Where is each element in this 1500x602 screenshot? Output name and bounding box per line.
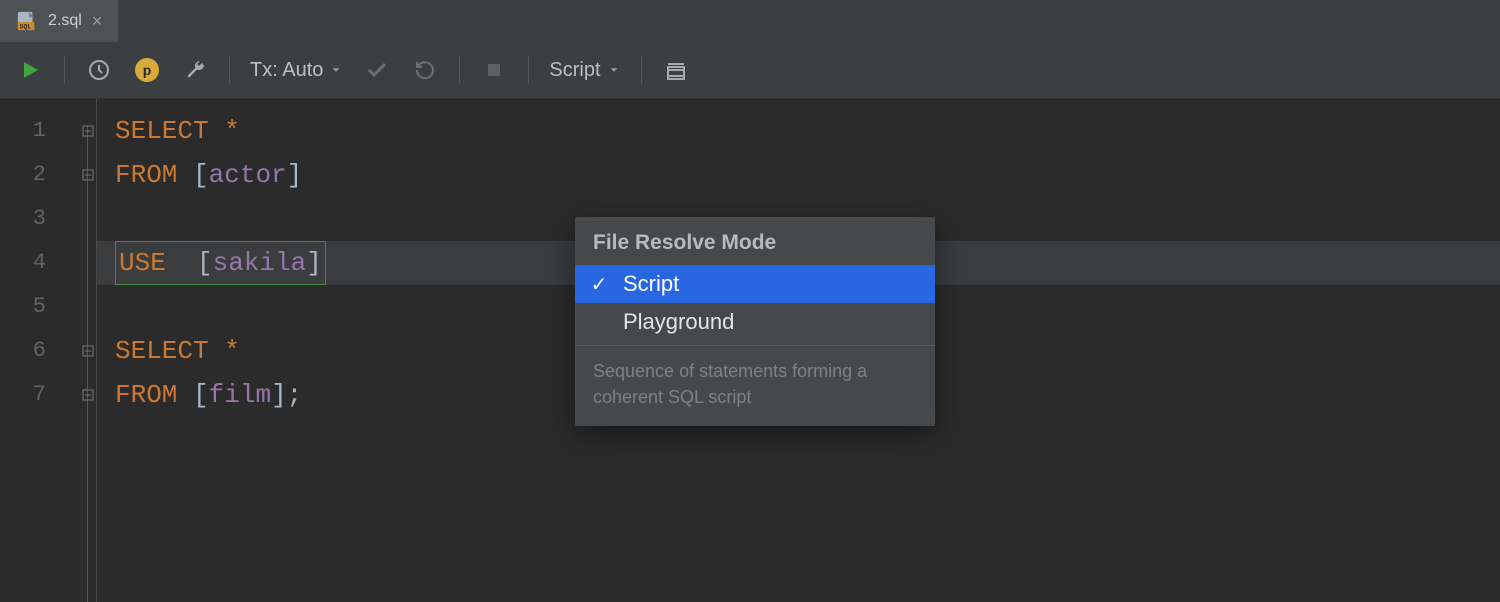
close-icon[interactable]: × <box>92 12 103 30</box>
data-grid-icon[interactable] <box>662 56 690 84</box>
line-number: 6 <box>0 329 96 373</box>
history-icon[interactable] <box>85 56 113 84</box>
editor-toolbar: p Tx: Auto Script <box>0 42 1500 99</box>
resolve-mode-label: Script <box>549 59 600 82</box>
file-tab-label: 2.sql <box>48 12 82 30</box>
file-tab[interactable]: SQL 2.sql × <box>0 0 119 42</box>
tx-mode-dropdown[interactable]: Tx: Auto <box>250 59 343 82</box>
resolve-mode-dropdown[interactable]: Script <box>549 59 620 82</box>
separator <box>229 56 230 84</box>
commit-icon[interactable] <box>363 56 391 84</box>
line-number: 3 <box>0 197 96 241</box>
line-number: 2 <box>0 153 96 197</box>
tab-bar: SQL 2.sql × <box>0 0 1500 42</box>
separator <box>641 56 642 84</box>
fold-marker-icon[interactable] <box>82 125 94 137</box>
run-button[interactable] <box>16 56 44 84</box>
line-number: 4 <box>0 241 96 285</box>
tx-mode-label: Tx: Auto <box>250 59 323 82</box>
wrench-icon[interactable] <box>181 56 209 84</box>
sql-file-icon: SQL <box>16 10 38 32</box>
check-icon: ✓ <box>589 272 609 297</box>
code-line: FROM [actor] <box>97 153 1500 197</box>
stop-icon[interactable] <box>480 56 508 84</box>
popup-item-label: Script <box>623 271 679 297</box>
popup-item-script[interactable]: ✓ Script <box>575 265 935 303</box>
popup-item-label: Playground <box>623 309 734 335</box>
compare-icon[interactable]: p <box>133 56 161 84</box>
fold-marker-icon[interactable] <box>82 345 94 357</box>
popup-item-playground[interactable]: Playground <box>575 303 935 341</box>
popup-description: Sequence of statements forming a coheren… <box>575 345 935 426</box>
editor-area: 1 2 3 4 5 6 7 SELECT * FROM [actor] USE … <box>0 99 1500 602</box>
separator <box>64 56 65 84</box>
chevron-down-icon <box>607 63 621 77</box>
code-line: SELECT * <box>97 109 1500 153</box>
fold-marker-icon[interactable] <box>82 389 94 401</box>
separator <box>459 56 460 84</box>
rollback-icon[interactable] <box>411 56 439 84</box>
separator <box>528 56 529 84</box>
chevron-down-icon <box>329 63 343 77</box>
line-number: 1 <box>0 109 96 153</box>
popup-title: File Resolve Mode <box>575 217 935 265</box>
svg-text:SQL: SQL <box>20 23 32 30</box>
line-number: 7 <box>0 373 96 417</box>
fold-marker-icon[interactable] <box>82 169 94 181</box>
resolve-mode-popup: File Resolve Mode ✓ Script Playground Se… <box>575 217 935 426</box>
gutter: 1 2 3 4 5 6 7 <box>0 99 97 602</box>
line-number: 5 <box>0 285 96 329</box>
